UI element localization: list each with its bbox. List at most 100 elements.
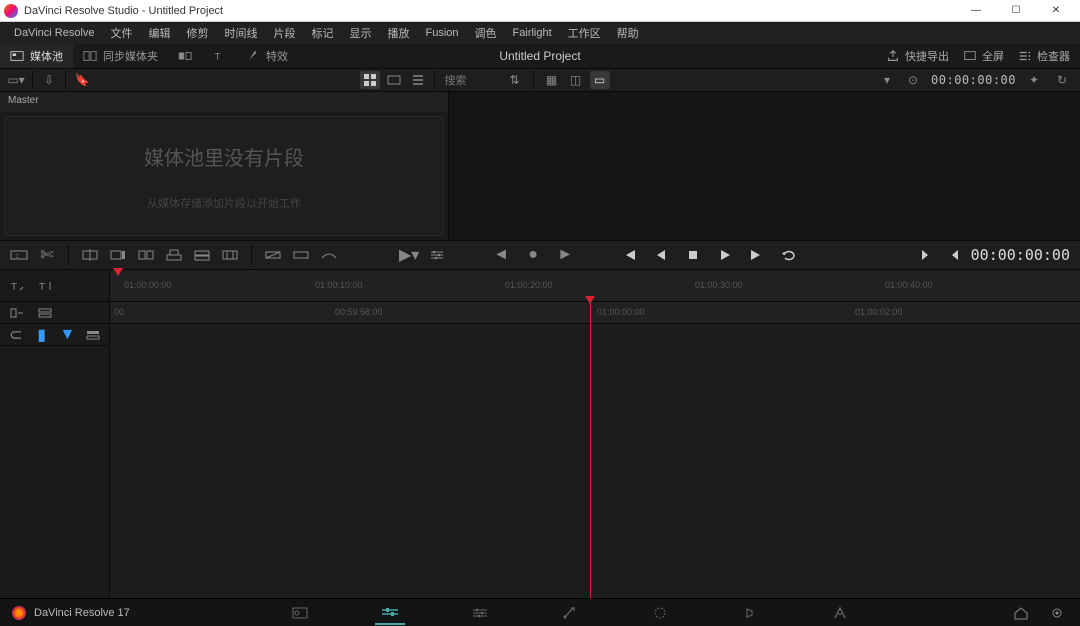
export-icon — [886, 49, 900, 63]
page-media[interactable] — [285, 601, 315, 625]
tab-titles[interactable]: T — [202, 44, 236, 68]
append-button[interactable] — [107, 245, 129, 265]
media-pool-panel: Master 媒体池里没有片段 从媒体存储添加片段以开始工作 — [0, 92, 448, 240]
menu-help[interactable]: 帮助 — [609, 25, 647, 41]
tools-dropdown-button[interactable]: ▶▾ — [398, 245, 420, 265]
menu-color[interactable]: 调色 — [467, 25, 505, 41]
flag-button[interactable]: ▼ — [58, 325, 78, 345]
menu-fusion[interactable]: Fusion — [418, 27, 467, 39]
viewer-tools-button[interactable]: ▦ — [542, 71, 562, 89]
video-track-button[interactable]: T — [6, 276, 28, 296]
window-titlebar: DaVinci Resolve Studio - Untitled Projec… — [0, 0, 1080, 22]
marker-tc-button[interactable]: ⊙ — [903, 71, 923, 89]
dissolve-button[interactable] — [262, 245, 284, 265]
audio-toggle-button[interactable] — [83, 325, 103, 345]
window-maximize-button[interactable]: ☐ — [996, 1, 1036, 21]
marker-button[interactable]: ▮ — [32, 325, 52, 345]
tab-media-pool[interactable]: 媒体池 — [0, 44, 73, 68]
bin-dropdown-button[interactable]: ▭▾ — [6, 71, 26, 89]
menu-clip[interactable]: 片段 — [266, 25, 304, 41]
snap-button[interactable]: ⊂ — [6, 325, 26, 345]
menu-timeline[interactable]: 时间线 — [217, 25, 266, 41]
master-bin-header[interactable]: Master — [0, 92, 448, 112]
insert-button[interactable] — [79, 245, 101, 265]
stop-button[interactable] — [682, 245, 704, 265]
smart-insert-button[interactable]: ↕ — [8, 245, 30, 265]
upper-ruler[interactable]: 01:00:00:00 01:00:10:00 01:00:20:00 01:0… — [110, 270, 1080, 302]
lower-ruler[interactable]: 00 00:59:58:00 01:00:00:00 01:00:02:00 — [110, 302, 1080, 324]
tab-sync-bin[interactable]: 同步媒体夹 — [73, 44, 168, 68]
menu-file[interactable]: 文件 — [103, 25, 141, 41]
viewer-single-button[interactable]: ▭ — [590, 71, 610, 89]
place-on-top-button[interactable] — [191, 245, 213, 265]
track-rows[interactable] — [110, 324, 1080, 598]
prev-frame-button[interactable] — [650, 245, 672, 265]
next-edit-button[interactable] — [915, 245, 937, 265]
svg-text:T: T — [11, 282, 17, 293]
window-minimize-button[interactable]: — — [956, 1, 996, 21]
search-input[interactable]: 搜索 — [441, 72, 501, 88]
home-button[interactable] — [1010, 603, 1032, 623]
timeline-timecode[interactable]: 00:00:00:00 — [971, 246, 1072, 264]
sort-button[interactable]: ⇅ — [505, 71, 525, 89]
menu-davinci[interactable]: DaVinci Resolve — [6, 27, 103, 39]
jog-indicator[interactable]: ● — [522, 245, 544, 265]
empty-message: 媒体池里没有片段 — [144, 142, 304, 171]
quick-export-label: 快捷导出 — [905, 48, 949, 64]
page-fusion[interactable] — [555, 601, 585, 625]
page-deliver[interactable] — [825, 601, 855, 625]
viewer-split-button[interactable]: ◫ — [566, 71, 586, 89]
window-close-button[interactable]: ✕ — [1036, 1, 1076, 21]
cut-transition-button[interactable] — [290, 245, 312, 265]
loop-button[interactable] — [778, 245, 800, 265]
settings-button[interactable] — [1046, 603, 1068, 623]
track-sync-button[interactable] — [6, 303, 28, 323]
menu-view[interactable]: 显示 — [342, 25, 380, 41]
inspector-button[interactable]: 检查器 — [1018, 48, 1070, 64]
viewer-timecode[interactable]: 00:00:00:00 — [931, 73, 1016, 87]
ruler-tick: 01:00:00:00 — [124, 280, 172, 290]
options-button[interactable] — [426, 245, 448, 265]
menu-fairlight[interactable]: Fairlight — [505, 27, 560, 39]
go-end-button[interactable] — [746, 245, 768, 265]
menu-mark[interactable]: 标记 — [304, 25, 342, 41]
page-fairlight[interactable] — [735, 601, 765, 625]
viewer-dropdown[interactable]: ▾ — [877, 71, 897, 89]
loop-options-button[interactable]: ↻ — [1052, 71, 1072, 89]
quick-export-button[interactable]: 快捷导出 — [886, 48, 949, 64]
tab-effects[interactable]: 特效 — [236, 44, 298, 68]
jog-next-button[interactable]: ► — [554, 245, 576, 265]
page-edit[interactable] — [465, 601, 495, 625]
smooth-cut-button[interactable] — [318, 245, 340, 265]
audio-track-button[interactable]: T — [34, 276, 56, 296]
fullscreen-button[interactable]: 全屏 — [963, 48, 1004, 64]
tag-button[interactable]: 🔖 — [72, 71, 92, 89]
ruler-tick: 01:00:30:00 — [695, 280, 743, 290]
page-cut[interactable] — [375, 601, 405, 625]
grid-view-button[interactable] — [360, 71, 380, 89]
menu-edit[interactable]: 编辑 — [141, 25, 179, 41]
page-color[interactable] — [645, 601, 675, 625]
ripple-button[interactable] — [135, 245, 157, 265]
import-button[interactable]: ⇩ — [39, 71, 59, 89]
play-button[interactable] — [714, 245, 736, 265]
timeline-left-panel: T T ⊂ ▮ ▼ — [0, 270, 110, 598]
closeup-button[interactable] — [163, 245, 185, 265]
go-start-button[interactable] — [618, 245, 640, 265]
cut-button[interactable]: ✄ — [36, 245, 58, 265]
timeline-playhead[interactable] — [590, 302, 591, 598]
strip-view-button[interactable] — [384, 71, 404, 89]
list-view-button[interactable] — [408, 71, 428, 89]
viewer-panel[interactable] — [448, 92, 1080, 240]
track-lock-button[interactable] — [34, 303, 56, 323]
resolve-logo-icon — [12, 606, 26, 620]
tab-transitions[interactable] — [168, 44, 202, 68]
jog-prev-button[interactable]: ◄ — [490, 245, 512, 265]
source-overwrite-button[interactable] — [219, 245, 241, 265]
bypass-button[interactable]: ✦ — [1024, 71, 1044, 89]
menu-trim[interactable]: 修剪 — [179, 25, 217, 41]
menu-playback[interactable]: 播放 — [380, 25, 418, 41]
menu-workspace[interactable]: 工作区 — [560, 25, 609, 41]
timeline-tracks[interactable]: 01:00:00:00 01:00:10:00 01:00:20:00 01:0… — [110, 270, 1080, 598]
prev-edit-button[interactable] — [943, 245, 965, 265]
